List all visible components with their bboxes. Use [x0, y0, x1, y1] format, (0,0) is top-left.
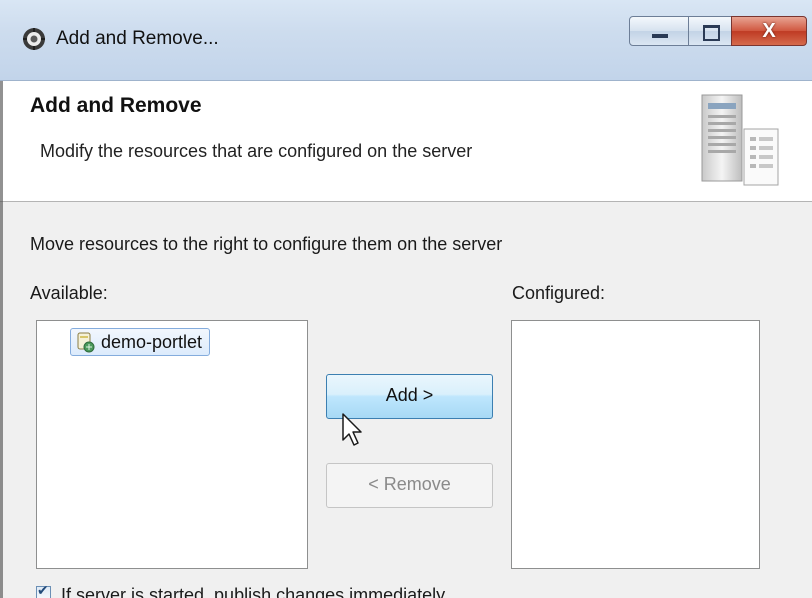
- maximize-icon: [703, 25, 720, 41]
- available-list[interactable]: demo-portlet: [36, 320, 308, 569]
- minimize-icon: [652, 34, 668, 38]
- header-title: Add and Remove: [30, 94, 202, 117]
- window-edge: [0, 81, 3, 598]
- publish-immediately-checkbox[interactable]: ✔: [36, 582, 51, 598]
- close-button[interactable]: X: [731, 16, 807, 46]
- web-project-icon: [77, 332, 95, 353]
- minimize-button[interactable]: [629, 16, 689, 46]
- remove-button[interactable]: < Remove: [326, 463, 493, 508]
- list-item-label: demo-portlet: [101, 331, 203, 352]
- configured-list[interactable]: [511, 320, 760, 569]
- available-label: Available:: [30, 283, 108, 303]
- publish-immediately-option[interactable]: ✔ If server is started, publish changes …: [36, 582, 446, 598]
- checkmark-icon: ✔: [37, 582, 49, 598]
- maximize-button[interactable]: [688, 16, 732, 46]
- server-icon: [701, 94, 779, 186]
- mouse-cursor-icon: [342, 413, 362, 446]
- add-remove-dialog: Add and Remove... X Add and Remove Modif…: [0, 0, 812, 598]
- dialog-header: Add and Remove Modify the resources that…: [0, 81, 812, 202]
- instruction-text: Move resources to the right to configure…: [30, 234, 503, 254]
- header-description: Modify the resources that are configured…: [40, 141, 473, 161]
- title-bar[interactable]: Add and Remove... X: [0, 0, 812, 81]
- list-item-demo-portlet[interactable]: demo-portlet: [70, 328, 211, 356]
- configured-label: Configured:: [512, 283, 606, 303]
- close-icon: X: [762, 20, 776, 42]
- window-title: Add and Remove...: [56, 28, 219, 49]
- eclipse-icon: [23, 28, 45, 50]
- publish-immediately-label: If server is started, publish changes im…: [61, 585, 446, 598]
